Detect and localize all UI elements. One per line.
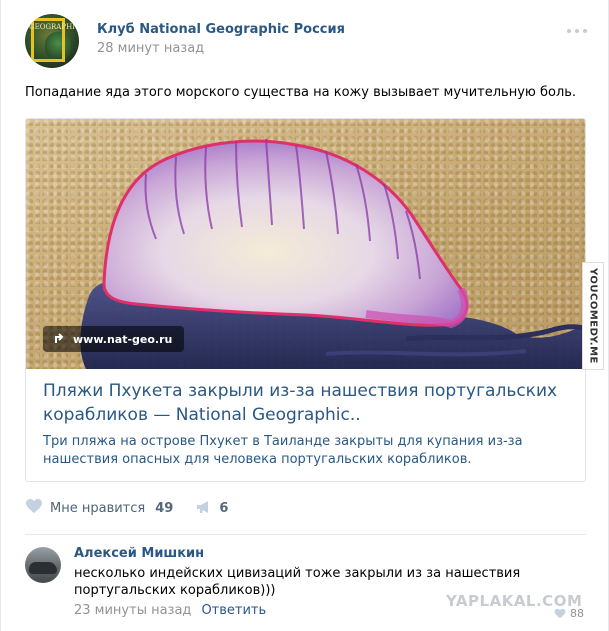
post-card: GEOGRAPHIC Клуб National Geographic Росс… [0, 0, 609, 631]
comment-avatar[interactable] [25, 547, 61, 583]
side-watermark-text: YOUCOMEDY.ME [587, 268, 599, 364]
bottom-watermark: YAPLAKAL.COM [446, 592, 583, 610]
link-domain-badge[interactable]: www.nat-geo.ru [43, 326, 185, 352]
post-text: Попадание яда этого морского существа на… [25, 85, 577, 100]
post-time[interactable]: 28 минут назад [97, 41, 204, 56]
link-card[interactable]: www.nat-geo.ru Пляжи Пхукета закрыли из-… [25, 118, 586, 482]
avatar-logo-text: GEOGRAPHIC [29, 23, 79, 31]
megaphone-icon [195, 499, 211, 518]
like-label: Мне нравится [50, 500, 146, 516]
comment-time[interactable]: 23 минуты назад [74, 603, 191, 618]
share-count: 6 [219, 500, 229, 516]
reply-button[interactable]: Ответить [201, 603, 266, 618]
share-button[interactable]: 6 [195, 499, 228, 518]
group-name-link[interactable]: Клуб National Geographic Россия [97, 22, 345, 37]
link-card-description[interactable]: Три пляжа на острове Пхукет в Таиланде з… [43, 433, 573, 469]
comments-divider [25, 534, 586, 535]
comment-author[interactable]: Алексей Мишкин [74, 546, 204, 561]
like-count: 49 [155, 500, 174, 516]
external-link-icon [53, 333, 65, 345]
link-card-image[interactable]: www.nat-geo.ru [26, 119, 585, 369]
like-button[interactable]: Мне нравится 49 [25, 498, 173, 518]
post-actions: Мне нравится 49 6 [25, 498, 228, 518]
side-watermark: YOUCOMEDY.ME [582, 262, 604, 370]
link-domain: www.nat-geo.ru [73, 332, 173, 346]
heart-icon [25, 498, 43, 518]
comment-meta: 23 минуты назад Ответить [74, 603, 266, 618]
group-avatar[interactable]: GEOGRAPHIC [25, 14, 79, 68]
car-image [29, 562, 57, 574]
more-options-icon[interactable] [566, 26, 588, 36]
link-card-title[interactable]: Пляжи Пхукета закрыли из-за нашествия по… [43, 379, 563, 427]
